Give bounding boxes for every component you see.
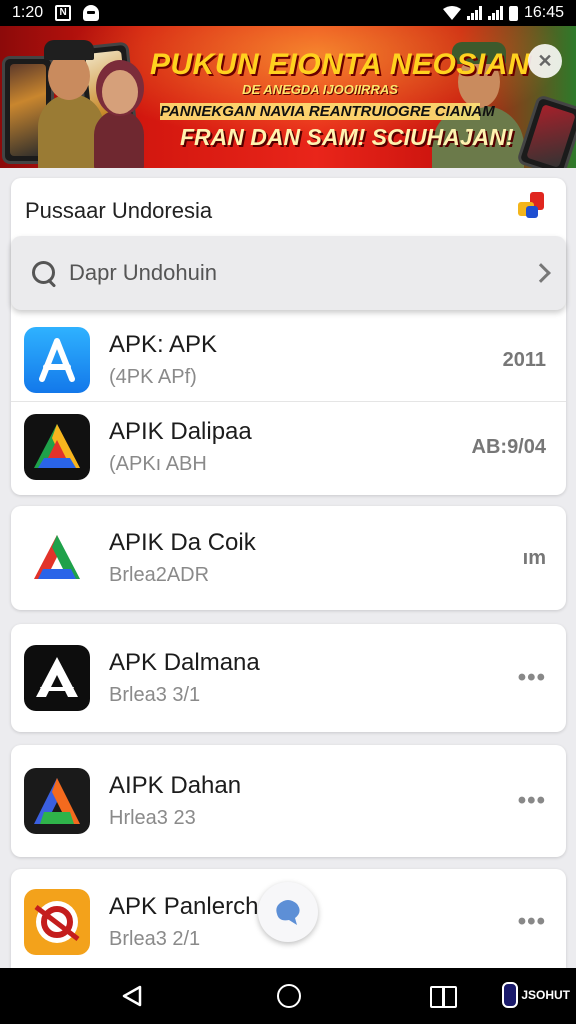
app-subtitle: (4PK APf) — [109, 366, 197, 388]
chevron-right-icon[interactable] — [531, 263, 551, 283]
promo-banner[interactable]: PUKUN EIONTA NEOSIAN DE ANEGDA IJOOIIRRA… — [0, 26, 576, 168]
more-options-icon[interactable]: ••• — [518, 787, 546, 815]
more-options-icon[interactable]: ••• — [518, 664, 546, 692]
battery-icon — [508, 5, 518, 21]
app-name: APK Dalmana — [109, 649, 260, 676]
nfc-icon: N — [55, 5, 72, 21]
banner-officer-cap — [44, 40, 94, 60]
page-title: Pussaar Undoresia — [25, 198, 213, 223]
app-subtitle: (APKı ABH — [109, 453, 207, 475]
triangle-logo-icon — [24, 525, 90, 591]
app-name: APK Panlerch — [109, 893, 259, 920]
more-options-icon[interactable]: ••• — [518, 908, 546, 936]
banner-headline: PUKUN EIONTA NEOSIAN — [150, 48, 531, 81]
compass-logo-icon — [24, 889, 90, 955]
app-subtitle: Brlea3 2/1 — [109, 928, 201, 950]
gift-icon[interactable] — [512, 190, 548, 222]
watermark: JSOHUT — [502, 982, 570, 1008]
app-subtitle: Brlea3 3/1 — [109, 684, 201, 706]
a-logo-icon — [24, 645, 90, 711]
app-name: APIK Da Coik — [109, 529, 256, 556]
signal-icon-2 — [487, 6, 503, 20]
chat-bubble-icon — [276, 900, 300, 925]
wifi-icon — [442, 6, 461, 20]
app-name: APK: APK — [109, 331, 218, 358]
search-input[interactable]: Dapr Undohuin — [69, 260, 217, 286]
recent-apps-icon[interactable] — [430, 986, 457, 1008]
drive-triangle-icon — [24, 414, 90, 480]
navigation-bar: JSOHUT — [0, 968, 576, 1024]
app-subtitle: Brlea2ADR — [109, 564, 210, 586]
floating-action-button[interactable] — [258, 882, 318, 942]
list-item[interactable]: APIK Dalipaa (APKı ABH AB:9/04 — [11, 406, 566, 488]
list-item[interactable]: AIPK Dahan Hrlea3 23 ••• — [11, 759, 566, 843]
signal-icon — [466, 6, 482, 20]
divider — [11, 401, 566, 402]
colorful-a-icon — [24, 768, 90, 834]
banner-woman-face — [102, 70, 138, 114]
banner-woman-image — [94, 110, 144, 168]
app-meta: 2011 — [502, 348, 546, 371]
banner-cta-text: FRAN DAN SAM! SCIUHAJAN! — [180, 124, 514, 150]
app-name: APIK Dalipaa — [109, 418, 252, 445]
app-subtitle: Hrlea3 23 — [109, 807, 196, 829]
search-icon — [29, 258, 59, 288]
screen: 1:20 N 16:45 PUKUN EIONTA NEOSIAN DE ANE… — [0, 0, 576, 1024]
app-meta: ım — [522, 546, 546, 569]
banner-tagline: PANNEKGAN NAVIA REANTRUIOGRE CIANAM — [160, 103, 495, 120]
list-item[interactable]: APK Dalmana Brlea3 3/1 ••• — [11, 636, 566, 720]
list-item[interactable]: APK: APK (4PK APf) 2011 — [11, 320, 566, 400]
back-icon[interactable] — [120, 984, 144, 1008]
app-store-icon — [24, 327, 90, 393]
watermark-text: JSOHUT — [521, 988, 570, 1002]
banner-subline: DE ANEGDA IJOOIIRRAS — [242, 82, 398, 97]
watermark-logo-icon — [502, 982, 519, 1008]
app-name: AIPK Dahan — [109, 772, 242, 799]
status-time: 1:20 — [12, 4, 44, 21]
home-icon[interactable] — [277, 984, 301, 1008]
status-bar: 1:20 N 16:45 — [0, 0, 576, 26]
search-bar[interactable]: Dapr Undohuin — [11, 236, 566, 310]
close-icon[interactable]: ✕ — [528, 44, 562, 78]
banner-phone-image-3 — [516, 94, 576, 168]
ghost-icon — [83, 5, 100, 21]
list-item[interactable]: APIK Da Coik Brlea2ADR ım — [11, 516, 566, 600]
status-clock: 16:45 — [523, 4, 564, 21]
app-meta: AB:9/04 — [471, 435, 546, 458]
